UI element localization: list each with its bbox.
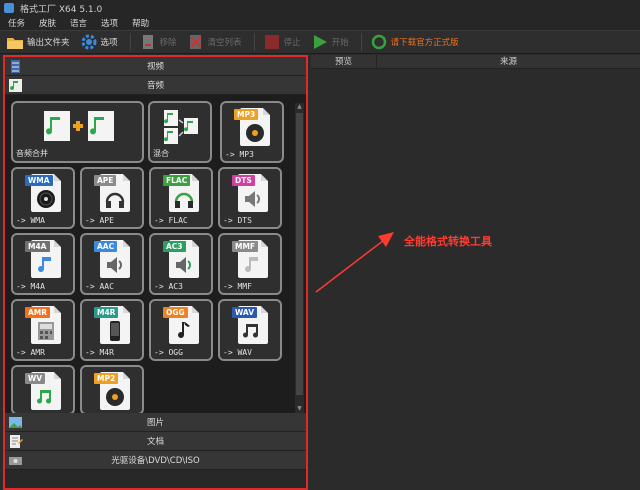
annotation-arrow <box>315 232 394 293</box>
annotation-text: 全能格式转换工具 <box>404 235 492 248</box>
